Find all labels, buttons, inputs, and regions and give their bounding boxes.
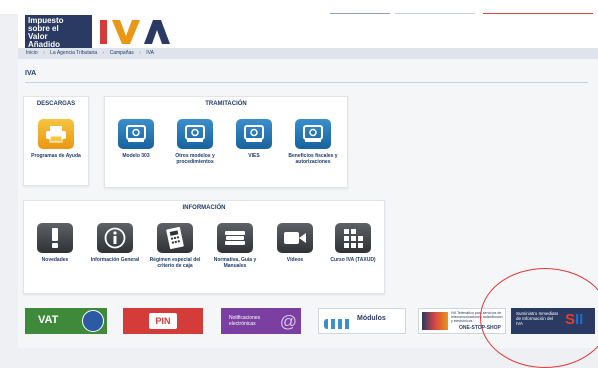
- course-icon: [335, 223, 371, 253]
- videos-item[interactable]: Vídeos: [267, 223, 323, 263]
- regimen-especial-item[interactable]: Régimen especial del criterio de caja: [147, 223, 203, 269]
- item-label: Vídeos: [286, 257, 304, 263]
- informacion-title: INFORMACIÓN: [182, 205, 226, 211]
- notificaciones-banner[interactable]: Notificaciones electrónicas @: [221, 308, 301, 334]
- form-icon: [236, 119, 272, 149]
- page-title: IVA: [25, 70, 37, 77]
- title-divider: [25, 82, 588, 83]
- notificaciones-line: electrónicas: [229, 321, 256, 327]
- breadcrumb-inicio[interactable]: Inicio: [26, 50, 38, 56]
- tramitacion-panel: TRAMITACIÓN Modelo 303 Otros modelos y p…: [104, 96, 348, 188]
- item-label: Información General: [90, 257, 140, 263]
- item-label: Beneficios fiscales y autorizaciones: [288, 153, 338, 165]
- otros-modelos-item[interactable]: Otros modelos y procedimientos: [167, 119, 223, 165]
- modelo-303-item[interactable]: Modelo 303: [108, 119, 164, 159]
- modulos-banner[interactable]: Módulos: [318, 308, 406, 334]
- modulos-label: Módulos: [357, 315, 386, 322]
- calculator-icon: [157, 223, 193, 253]
- vat-label: VAT: [38, 314, 59, 326]
- form-icon: [118, 119, 154, 149]
- oss-logo-icon: [422, 312, 448, 330]
- informacion-general-item[interactable]: Información General: [87, 223, 143, 263]
- item-label: Otros modelos y procedimientos: [175, 153, 215, 165]
- breadcrumb-campanas[interactable]: Campañas: [110, 50, 134, 56]
- curso-iva-item[interactable]: Curso IVA (TAXUD): [325, 223, 381, 263]
- item-label: Modelo 303: [122, 153, 150, 159]
- video-camera-icon: [277, 223, 313, 253]
- vies-item[interactable]: VIES: [226, 119, 282, 159]
- pin-banner[interactable]: PIN: [123, 308, 203, 334]
- descargas-title: DESCARGAS: [36, 101, 76, 107]
- breadcrumb-separator: ›: [139, 50, 141, 56]
- exclamation-icon: [37, 223, 73, 253]
- item-label: Régimen especial del criterio de caja: [149, 257, 201, 269]
- books-icon: [217, 223, 253, 253]
- breadcrumb-iva: IVA: [146, 50, 154, 56]
- item-label: Programas de Ayuda: [31, 153, 81, 159]
- breadcrumb-separator: ›: [43, 50, 45, 56]
- item-label: Novedades: [41, 257, 69, 263]
- highlight-circle: [480, 268, 598, 368]
- programas-de-ayuda-item[interactable]: Programas de Ayuda: [28, 119, 84, 159]
- header: Impuesto sobre el Valor Añadido: [18, 14, 598, 49]
- impuesto-logo[interactable]: Impuesto sobre el Valor Añadido: [25, 15, 92, 49]
- item-label: Normativa, Guía y Manuales: [213, 257, 257, 269]
- top-strip: [0, 0, 598, 15]
- vat-banner[interactable]: VAT: [25, 308, 107, 334]
- printer-icon: [38, 119, 74, 149]
- normativa-item[interactable]: Normativa, Guía y Manuales: [207, 223, 263, 269]
- form-icon: [177, 119, 213, 149]
- tramitacion-title: TRAMITACIÓN: [205, 101, 247, 107]
- notificaciones-label: Notificaciones electrónicas: [229, 315, 260, 327]
- item-label: VIES: [248, 153, 260, 159]
- eu-stars-icon: [82, 310, 104, 332]
- breadcrumb-separator: ›: [102, 50, 105, 56]
- info-icon: [97, 223, 133, 253]
- beneficios-fiscales-item[interactable]: Beneficios fiscales y autorizaciones: [285, 119, 341, 165]
- novedades-item[interactable]: Novedades: [27, 223, 83, 263]
- iva-logo-icon: [100, 20, 170, 44]
- informacion-panel: INFORMACIÓN Novedades Información Genera…: [23, 200, 385, 294]
- at-sign-icon: @: [279, 312, 297, 331]
- breadcrumb: Inicio › La Agencia Tributaria › Campaña…: [18, 48, 598, 59]
- descargas-panel: DESCARGAS Programas de Ayuda: [23, 96, 89, 186]
- item-label: Curso IVA (TAXUD): [330, 257, 376, 263]
- breadcrumb-agencia[interactable]: La Agencia Tributaria: [50, 50, 97, 56]
- form-icon: [295, 119, 331, 149]
- pin-label: PIN: [149, 313, 177, 329]
- people-icon: [324, 319, 352, 329]
